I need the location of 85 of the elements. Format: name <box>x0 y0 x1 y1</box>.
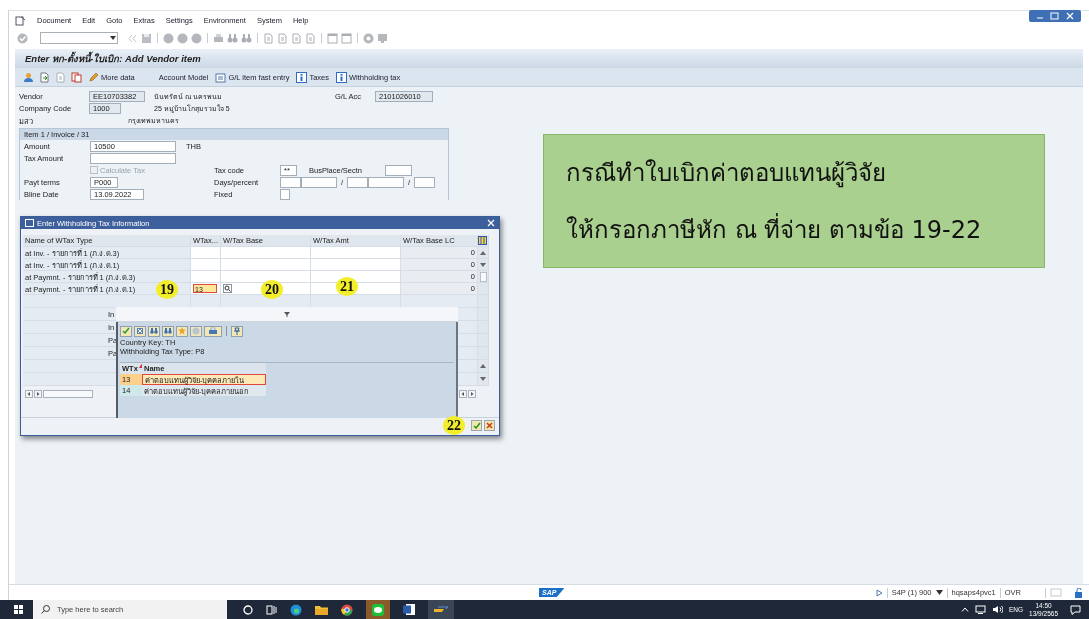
input-field[interactable] <box>280 176 301 188</box>
ok-button[interactable] <box>471 420 482 431</box>
printer-button[interactable] <box>204 325 222 337</box>
copy-icon[interactable] <box>71 71 82 83</box>
binoculars-icon[interactable] <box>227 32 238 44</box>
sap-app-icon[interactable] <box>434 605 448 614</box>
check-icon <box>122 327 130 335</box>
help-button[interactable] <box>190 325 202 337</box>
binoculars-button[interactable] <box>162 325 174 337</box>
check-icon[interactable] <box>17 32 28 44</box>
close-icon <box>486 422 493 429</box>
binoculars-button[interactable] <box>148 325 160 337</box>
input-field[interactable] <box>347 176 369 188</box>
triangle-icon[interactable] <box>875 588 883 597</box>
screen-title: Enter หก-ตั้งหนี้-ใบเบิก: Add Vendor item <box>15 49 1083 68</box>
info-icon <box>296 71 308 83</box>
binoculars-icon <box>150 327 158 335</box>
document-app-icon[interactable] <box>403 604 415 615</box>
scroll-right-icon[interactable] <box>468 390 476 398</box>
scroll-down-icon[interactable] <box>480 262 486 267</box>
scroll-down-icon[interactable] <box>480 377 486 381</box>
input-field[interactable] <box>385 164 412 176</box>
filter-icon[interactable] <box>284 311 290 317</box>
close-icon[interactable] <box>487 219 495 227</box>
network-icon[interactable] <box>975 605 986 614</box>
pin-button[interactable] <box>231 325 243 337</box>
input-field[interactable] <box>368 176 405 188</box>
step-number: 22 <box>443 416 465 435</box>
help-icon[interactable] <box>363 32 374 44</box>
info-icon <box>336 71 347 83</box>
windows-logo-icon[interactable] <box>14 605 23 614</box>
close-button[interactable] <box>134 325 146 337</box>
task-view-icon[interactable] <box>266 604 277 615</box>
printer-icon <box>209 327 217 335</box>
scroll-up-icon[interactable] <box>480 250 486 255</box>
star-icon <box>178 327 186 335</box>
pin-icon <box>233 327 241 335</box>
scroll-up-icon[interactable] <box>480 364 486 368</box>
help-icon <box>192 327 200 335</box>
close-icon <box>136 327 144 335</box>
window-icon[interactable] <box>341 32 352 44</box>
notification-icon[interactable] <box>1070 604 1081 615</box>
table-cell <box>191 247 221 259</box>
search-help-button[interactable] <box>223 284 232 293</box>
browser-icon[interactable] <box>290 603 302 616</box>
input-field[interactable] <box>280 188 290 200</box>
circle-icon[interactable] <box>243 604 253 615</box>
pencil-icon <box>88 71 99 83</box>
menu-icon <box>15 15 26 26</box>
input-field[interactable] <box>301 176 337 188</box>
folder-icon[interactable] <box>315 604 328 615</box>
search-icon <box>224 285 231 292</box>
check-icon <box>472 422 481 429</box>
command-field[interactable] <box>40 32 118 44</box>
page-arrow-icon[interactable] <box>39 71 50 83</box>
cancel-button[interactable] <box>484 420 495 431</box>
scroll-right-icon[interactable] <box>34 390 42 398</box>
save-icon[interactable] <box>141 32 152 44</box>
scroll-left-icon[interactable] <box>25 390 33 398</box>
chevron-up-icon[interactable] <box>961 607 969 612</box>
table-cell <box>191 259 221 271</box>
input-field[interactable] <box>414 176 436 188</box>
form-icon <box>215 71 227 83</box>
speaker-icon[interactable] <box>992 605 1003 614</box>
note-text: ให้กรอกภาษีหัก ณ ที่จ่าย ตามข้อ 19-22 <box>566 210 1044 249</box>
monitor-icon[interactable] <box>377 32 388 44</box>
printer-icon[interactable] <box>213 32 224 44</box>
search-icon <box>41 605 50 614</box>
input-field[interactable] <box>90 152 176 164</box>
scroll-left-icon[interactable] <box>459 390 467 398</box>
star-button[interactable] <box>176 325 188 337</box>
binoculars-icon <box>164 327 172 335</box>
window-icon <box>25 219 34 227</box>
check-button[interactable] <box>120 325 132 337</box>
window-controls-icon[interactable] <box>1029 10 1081 22</box>
lock-icon[interactable] <box>1074 587 1083 598</box>
caret-icon[interactable] <box>109 35 117 41</box>
note-text: กรณีทำใบเบิกค่าตอบแทนผู้วิจัย <box>566 158 887 190</box>
scroll-thumb[interactable] <box>43 390 93 398</box>
chat-app-icon[interactable] <box>372 603 384 616</box>
person-icon[interactable] <box>23 71 34 83</box>
binoculars-icon[interactable] <box>241 32 252 44</box>
caret-icon[interactable] <box>935 590 943 595</box>
browser-icon[interactable] <box>341 603 353 616</box>
window-icon[interactable] <box>327 32 338 44</box>
